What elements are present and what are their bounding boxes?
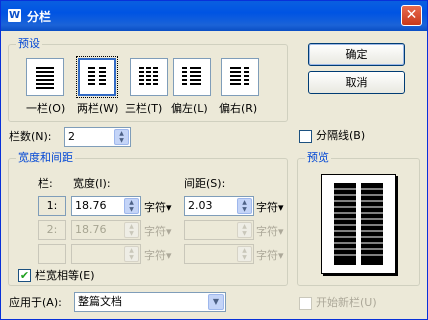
column-3-width-spinner[interactable]: ▲ ▼: [124, 246, 139, 262]
one-column-icon: [36, 67, 54, 89]
column-3-spacing-input[interactable]: ▲ ▼: [184, 244, 254, 264]
preset-two-columns[interactable]: [76, 56, 118, 98]
spacing-header: 间距(S):: [184, 177, 226, 190]
column-2-width-spinner[interactable]: ▲ ▼: [124, 222, 139, 238]
width-spacing-group-label: 宽度和间距: [16, 151, 75, 165]
preview-columns-graphic: [334, 183, 383, 265]
column-1-index: 1:: [38, 196, 66, 216]
preset-group-label: 预设: [16, 37, 42, 51]
preset-one-column[interactable]: [26, 58, 64, 96]
column-1-width-input[interactable]: 18.76 ▲ ▼: [71, 196, 141, 216]
apply-to-value: 整篇文档: [78, 295, 122, 308]
app-icon: W: [8, 9, 21, 22]
apply-to-dropdown[interactable]: 整篇文档 ▼: [74, 292, 226, 312]
chevron-down-icon[interactable]: ▼: [208, 294, 224, 310]
ok-button[interactable]: 确定: [308, 43, 405, 66]
new-column-label[interactable]: 开始新栏(U): [316, 296, 377, 310]
three-column-icon: [139, 67, 158, 85]
columns-dialog: W 分栏 ✕ 预设 一栏(O) 两栏(W) 三栏(T) 偏左(L) 偏右(R) …: [0, 0, 428, 320]
preset-right[interactable]: [221, 58, 259, 96]
column-3-width-input[interactable]: ▲ ▼: [71, 244, 141, 264]
two-column-icon: [88, 67, 106, 85]
close-button[interactable]: ✕: [401, 5, 422, 26]
column-1-spacing-unit-dropdown[interactable]: 字符▾: [256, 199, 284, 215]
divider-checkbox[interactable]: [299, 130, 312, 143]
column-2-spacing-input[interactable]: ▲ ▼: [184, 220, 254, 240]
column-2-index: 2:: [38, 220, 66, 240]
column-2-width-value: 18.76: [75, 223, 107, 236]
columns-count-label: 栏数(N):: [9, 130, 52, 143]
column-1-spacing-value: 2.03: [188, 199, 213, 212]
divider-label[interactable]: 分隔线(B): [316, 129, 365, 143]
preset-three-columns-label[interactable]: 三栏(T): [125, 100, 162, 116]
column-1-width-value: 18.76: [75, 199, 107, 212]
columns-count-value: 2: [68, 130, 75, 143]
column-2-spacing-spinner[interactable]: ▲ ▼: [237, 222, 252, 238]
col-header: 栏:: [38, 177, 53, 190]
column-3-index: [38, 244, 66, 264]
width-header: 宽度(I):: [73, 177, 111, 190]
column-3-spacing-spinner[interactable]: ▲ ▼: [237, 246, 252, 262]
preset-two-columns-label[interactable]: 两栏(W): [77, 100, 118, 116]
column-1-spacing-spinner[interactable]: ▲ ▼: [237, 198, 252, 214]
equal-width-label[interactable]: 栏宽相等(E): [35, 269, 95, 283]
column-1-spacing-input[interactable]: 2.03 ▲ ▼: [184, 196, 254, 216]
preview-group-label: 预览: [305, 151, 331, 165]
left-column-icon: [182, 67, 201, 85]
column-1-width-spinner[interactable]: ▲ ▼: [124, 198, 139, 214]
close-icon: ✕: [405, 7, 418, 23]
equal-width-checkbox[interactable]: ✔: [18, 269, 31, 282]
preset-one-column-label[interactable]: 一栏(O): [26, 100, 65, 116]
preset-right-label[interactable]: 偏右(R): [219, 100, 257, 116]
columns-count-input[interactable]: 2 ▲ ▼: [64, 127, 131, 147]
preset-left[interactable]: [173, 58, 211, 96]
preset-three-columns[interactable]: [130, 58, 168, 96]
column-3-width-unit-dropdown[interactable]: 字符▾: [144, 247, 172, 263]
column-2-width-input[interactable]: 18.76 ▲ ▼: [71, 220, 141, 240]
preview-page: [321, 174, 396, 274]
preset-left-label[interactable]: 偏左(L): [171, 100, 208, 116]
column-2-width-unit-dropdown[interactable]: 字符▾: [144, 223, 172, 239]
right-column-icon: [230, 67, 249, 85]
apply-to-label: 应用于(A):: [9, 296, 62, 309]
columns-count-spinner[interactable]: ▲ ▼: [114, 129, 129, 145]
new-column-checkbox[interactable]: [299, 297, 312, 310]
cancel-button[interactable]: 取消: [308, 71, 405, 94]
column-3-spacing-unit-dropdown[interactable]: 字符▾: [256, 247, 284, 263]
column-1-width-unit-dropdown[interactable]: 字符▾: [144, 199, 172, 215]
title-bar[interactable]: W 分栏 ✕: [1, 1, 427, 31]
check-icon: ✔: [19, 269, 30, 282]
dialog-title: 分栏: [27, 10, 52, 24]
column-2-spacing-unit-dropdown[interactable]: 字符▾: [256, 223, 284, 239]
